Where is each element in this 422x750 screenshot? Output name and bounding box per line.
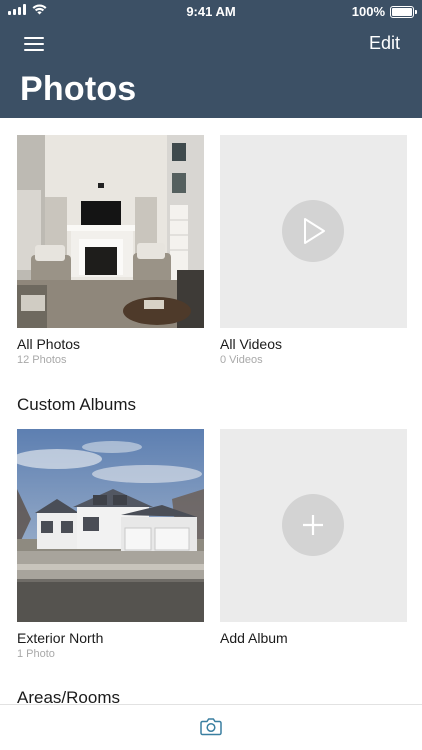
play-icon (304, 218, 325, 244)
status-bar: 9:41 AM 100% (0, 0, 422, 22)
page-title: Photos (20, 70, 137, 108)
add-album-thumbnail[interactable] (220, 429, 407, 622)
album-title-add-album: Add Album (220, 630, 288, 646)
album-thumbnail-exterior-north[interactable] (17, 429, 204, 622)
album-tile-all-photos[interactable]: All Photos 12 Photos (17, 135, 204, 366)
battery-fill (392, 7, 412, 16)
album-title-all-videos: All Videos (220, 336, 283, 352)
edit-button[interactable]: Edit (369, 33, 400, 54)
album-tile-all-videos[interactable]: All Videos 0 Videos (220, 135, 407, 366)
play-button[interactable] (282, 200, 344, 262)
album-title-exterior-north: Exterior North (17, 630, 104, 646)
camera-icon[interactable] (200, 716, 222, 736)
album-count-all-videos: 0 Videos (220, 354, 263, 366)
albums-content[interactable]: All Photos 12 Photos All Videos 0 Videos… (0, 118, 422, 704)
album-thumbnail-all-photos[interactable] (17, 135, 204, 328)
section-title-areas-rooms: Areas/Rooms (17, 688, 120, 704)
add-album-button[interactable] (282, 494, 344, 556)
menu-icon[interactable] (20, 33, 48, 53)
album-tile-exterior-north[interactable]: Exterior North 1 Photo (17, 429, 204, 660)
album-thumbnail-all-videos[interactable] (220, 135, 407, 328)
album-count-all-photos: 12 Photos (17, 354, 67, 366)
battery-icon (390, 5, 417, 18)
album-count-exterior-north: 1 Photo (17, 648, 55, 660)
living-room-photo (17, 135, 204, 328)
battery-percent: 100% (351, 4, 385, 19)
plus-icon (303, 515, 323, 535)
bottom-tab-bar (0, 704, 422, 750)
status-right: 100% (351, 4, 417, 19)
house-exterior-photo (17, 429, 204, 622)
nav-bar: Edit (0, 26, 422, 60)
album-title-all-photos: All Photos (17, 336, 81, 352)
section-title-custom-albums: Custom Albums (17, 395, 137, 414)
add-album-tile[interactable]: Add Album (220, 429, 407, 646)
app-header: 9:41 AM 100% Edit Photos (0, 0, 422, 118)
